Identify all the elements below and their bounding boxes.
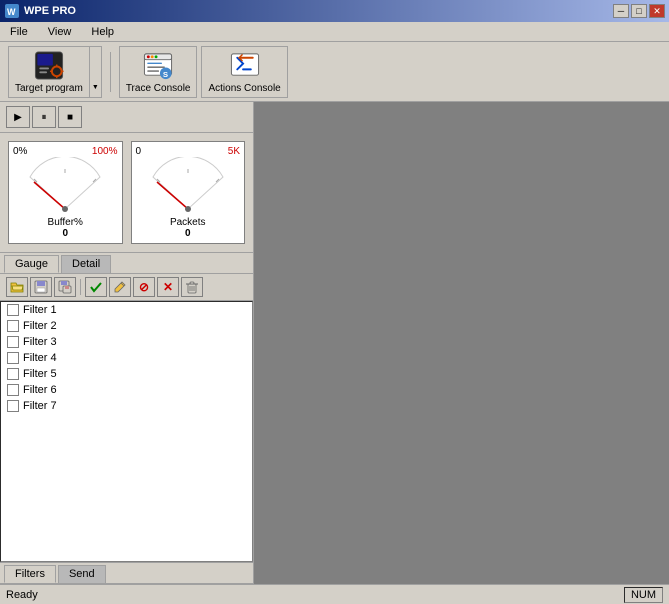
- filter-list[interactable]: Filter 1 Filter 2 Filter 3 Filter 4 Filter 5…: [0, 301, 253, 562]
- main-container: ▶ ⏸ ■ 0% 100%: [0, 102, 669, 584]
- filter-toolbar: ⊘ ✕: [0, 274, 253, 301]
- menu-help[interactable]: Help: [85, 24, 120, 40]
- toolbar-separator-1: [110, 52, 111, 92]
- filter-item-label: Filter 5: [23, 368, 57, 380]
- menu-view[interactable]: View: [42, 24, 78, 40]
- left-panel: ▶ ⏸ ■ 0% 100%: [0, 102, 254, 584]
- toolbar: Target program ▼ S Trace Console Ac: [0, 42, 669, 102]
- packets-gauge-value: 0: [185, 228, 191, 239]
- tab-detail[interactable]: Detail: [61, 255, 111, 273]
- gauge-tab-bar: Gauge Detail: [0, 253, 253, 274]
- packets-gauge: 0 5K Packets 0: [131, 141, 246, 244]
- buffer-gauge-value: 0: [62, 228, 68, 239]
- filter-checkbox[interactable]: [7, 304, 19, 316]
- close-button[interactable]: ✕: [649, 4, 665, 18]
- status-right: NUM: [624, 587, 663, 603]
- filter-item[interactable]: Filter 5: [1, 366, 252, 382]
- target-program-label: Target program: [15, 83, 83, 94]
- buffer-min-label: 0%: [13, 146, 27, 157]
- filter-checkbox[interactable]: [7, 336, 19, 348]
- stop-button[interactable]: ■: [58, 106, 82, 128]
- packets-gauge-svg: [143, 157, 233, 217]
- filter-delete-button[interactable]: ✕: [157, 277, 179, 297]
- title-bar-left: W WPE PRO: [4, 3, 76, 19]
- actions-console-icon: [229, 50, 261, 81]
- pencil-icon: [113, 280, 127, 294]
- buffer-gauge-labels: 0% 100%: [13, 146, 118, 157]
- filter-item[interactable]: Filter 1: [1, 302, 252, 318]
- svg-text:W: W: [7, 7, 16, 17]
- filter-item-label: Filter 2: [23, 320, 57, 332]
- filter-item-label: Filter 7: [23, 400, 57, 412]
- maximize-button[interactable]: □: [631, 4, 647, 18]
- title-bar: W WPE PRO ─ □ ✕: [0, 0, 669, 22]
- filter-stop-button[interactable]: ⊘: [133, 277, 155, 297]
- filter-item[interactable]: Filter 2: [1, 318, 252, 334]
- filter-item[interactable]: Filter 7: [1, 398, 252, 414]
- trace-console-label: Trace Console: [126, 83, 191, 94]
- save-icon: [34, 280, 48, 294]
- filter-trash-button[interactable]: [181, 277, 203, 297]
- filter-save-button[interactable]: [30, 277, 52, 297]
- filter-edit-button[interactable]: [109, 277, 131, 297]
- tab-gauge[interactable]: Gauge: [4, 255, 59, 273]
- minimize-button[interactable]: ─: [613, 4, 629, 18]
- filter-item[interactable]: Filter 6: [1, 382, 252, 398]
- open-folder-icon: [10, 280, 24, 294]
- filter-checkbox[interactable]: [7, 400, 19, 412]
- target-program-button[interactable]: Target program ▼: [8, 46, 102, 98]
- tab-send[interactable]: Send: [58, 565, 106, 583]
- app-icon: W: [4, 3, 20, 19]
- filter-open-button[interactable]: [6, 277, 28, 297]
- trace-console-icon: S: [142, 50, 174, 81]
- gauges-area: 0% 100% Buffer% 0: [0, 133, 253, 253]
- status-bar: Ready NUM: [0, 584, 669, 604]
- filter-tab-bar: Filters Send: [0, 562, 253, 584]
- right-panel: [254, 102, 669, 584]
- packets-gauge-title: Packets: [170, 217, 206, 228]
- saveas-icon: [58, 280, 72, 294]
- filter-item-label: Filter 1: [23, 304, 57, 316]
- filter-item-label: Filter 4: [23, 352, 57, 364]
- packets-min-label: 0: [136, 146, 142, 157]
- menu-file[interactable]: File: [4, 24, 34, 40]
- buffer-max-label: 100%: [92, 146, 118, 157]
- num-indicator: NUM: [624, 587, 663, 603]
- filter-saveas-button[interactable]: [54, 277, 76, 297]
- play-controls: ▶ ⏸ ■: [0, 102, 253, 133]
- target-program-icon: [33, 50, 65, 81]
- target-program-dropdown-arrow[interactable]: ▼: [89, 47, 101, 97]
- filter-item-label: Filter 6: [23, 384, 57, 396]
- filter-checkbox[interactable]: [7, 320, 19, 332]
- svg-text:S: S: [163, 70, 168, 79]
- filter-checkbox[interactable]: [7, 368, 19, 380]
- trace-console-button[interactable]: S Trace Console: [119, 46, 198, 98]
- title-controls: ─ □ ✕: [613, 4, 665, 18]
- check-icon: [89, 280, 103, 294]
- menu-bar: File View Help: [0, 22, 669, 42]
- actions-console-label: Actions Console: [208, 83, 280, 94]
- status-text: Ready: [6, 589, 38, 601]
- pause-button[interactable]: ⏸: [32, 106, 56, 128]
- packets-gauge-labels: 0 5K: [136, 146, 241, 157]
- filter-checkbox[interactable]: [7, 384, 19, 396]
- filter-item[interactable]: Filter 4: [1, 350, 252, 366]
- buffer-gauge-svg: [20, 157, 110, 217]
- filter-item[interactable]: Filter 3: [1, 334, 252, 350]
- app-title: WPE PRO: [24, 5, 76, 17]
- trash-icon: [185, 280, 199, 294]
- target-program-main[interactable]: Target program: [9, 47, 89, 97]
- filter-check-button[interactable]: [85, 277, 107, 297]
- play-button[interactable]: ▶: [6, 106, 30, 128]
- filter-toolbar-sep-1: [80, 279, 81, 295]
- actions-console-button[interactable]: Actions Console: [201, 46, 287, 98]
- buffer-gauge-title: Buffer%: [48, 217, 83, 228]
- filter-checkbox[interactable]: [7, 352, 19, 364]
- filter-item-label: Filter 3: [23, 336, 57, 348]
- buffer-gauge: 0% 100% Buffer% 0: [8, 141, 123, 244]
- packets-max-label: 5K: [228, 146, 240, 157]
- tab-filters[interactable]: Filters: [4, 565, 56, 583]
